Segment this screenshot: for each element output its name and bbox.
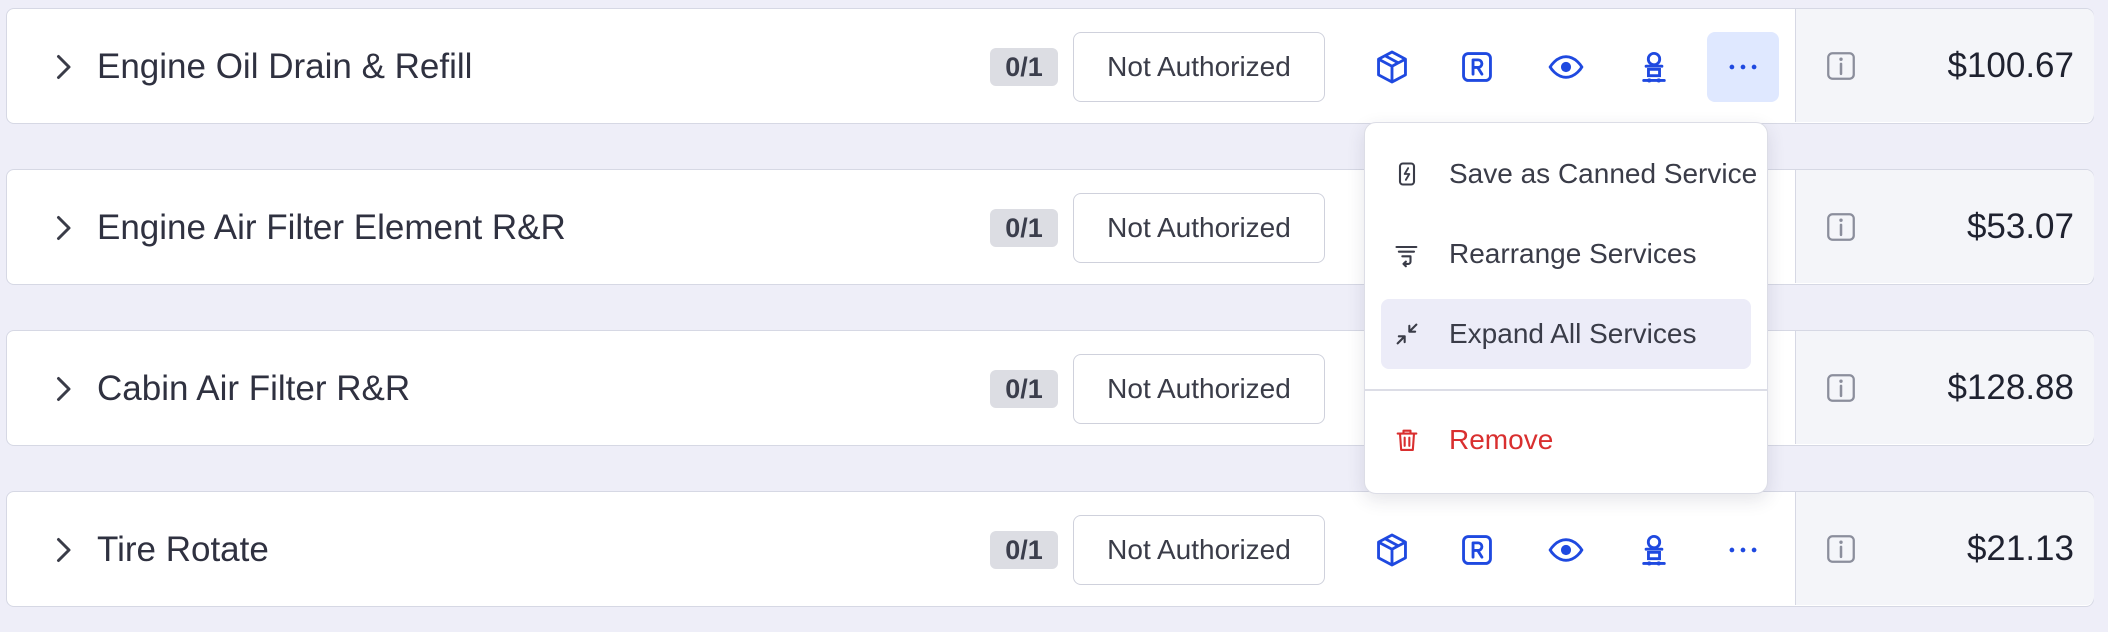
service-title: Engine Air Filter Element R&R bbox=[97, 208, 566, 247]
info-icon[interactable] bbox=[1824, 210, 1858, 244]
menu-divider bbox=[1365, 389, 1767, 391]
count-badge: 0/1 bbox=[990, 209, 1058, 247]
authorization-status-button[interactable]: Not Authorized bbox=[1073, 354, 1325, 424]
rearrange-icon bbox=[1393, 240, 1421, 268]
authorization-status-button[interactable]: Not Authorized bbox=[1073, 193, 1325, 263]
chevron-right-icon[interactable] bbox=[45, 210, 81, 246]
price-panel: $21.13 bbox=[1795, 492, 2094, 605]
chevron-right-icon[interactable] bbox=[45, 371, 81, 407]
r-badge-icon bbox=[1462, 52, 1492, 82]
more-options-button[interactable] bbox=[1707, 32, 1779, 102]
service-price: $53.07 bbox=[1966, 207, 2074, 246]
info-icon[interactable] bbox=[1824, 371, 1858, 405]
menu-item-label: Remove bbox=[1449, 424, 1554, 455]
info-icon[interactable] bbox=[1824, 49, 1858, 83]
box-icon bbox=[1377, 533, 1407, 567]
menu-item-rearrange-services[interactable]: Rearrange Services bbox=[1381, 219, 1751, 289]
service-price: $100.67 bbox=[1947, 46, 2074, 85]
menu-item-label: Rearrange Services bbox=[1449, 238, 1697, 269]
technician-icon bbox=[1642, 534, 1666, 566]
service-row: Tire Rotate 0/1 Not Authorized $21.13 bbox=[6, 491, 2094, 607]
box-icon bbox=[1377, 50, 1407, 84]
parts-button[interactable] bbox=[1356, 515, 1428, 585]
count-badge: 0/1 bbox=[990, 531, 1058, 569]
more-dots-icon bbox=[1729, 64, 1757, 70]
r-badge-icon bbox=[1462, 535, 1492, 565]
eye-icon bbox=[1548, 538, 1584, 562]
technician-button[interactable] bbox=[1618, 515, 1690, 585]
more-options-button[interactable] bbox=[1707, 515, 1779, 585]
parts-button[interactable] bbox=[1356, 32, 1428, 102]
recommendation-button[interactable] bbox=[1441, 515, 1513, 585]
authorization-status-button[interactable]: Not Authorized bbox=[1073, 515, 1325, 585]
price-panel: $128.88 bbox=[1795, 331, 2094, 444]
info-icon[interactable] bbox=[1824, 532, 1858, 566]
menu-item-save-canned-service[interactable]: Save as Canned Service bbox=[1381, 139, 1757, 209]
count-badge: 0/1 bbox=[990, 48, 1058, 86]
chevron-right-icon[interactable] bbox=[45, 532, 81, 568]
authorization-status-button[interactable]: Not Authorized bbox=[1073, 32, 1325, 102]
menu-item-label: Expand All Services bbox=[1449, 318, 1697, 349]
menu-item-label: Save as Canned Service bbox=[1449, 158, 1758, 189]
service-title: Engine Oil Drain & Refill bbox=[97, 47, 473, 86]
service-title: Cabin Air Filter R&R bbox=[97, 369, 411, 408]
service-title: Tire Rotate bbox=[97, 530, 269, 569]
eye-icon bbox=[1548, 55, 1584, 79]
service-row: Cabin Air Filter R&R 0/1 Not Authorized … bbox=[6, 330, 2094, 446]
service-row: Engine Oil Drain & Refill 0/1 Not Author… bbox=[6, 8, 2094, 124]
menu-item-remove[interactable]: Remove bbox=[1381, 405, 1751, 475]
price-panel: $53.07 bbox=[1795, 170, 2094, 283]
service-price: $21.13 bbox=[1966, 529, 2074, 568]
technician-icon bbox=[1642, 51, 1666, 83]
trash-icon bbox=[1393, 426, 1421, 454]
service-row: Engine Air Filter Element R&R 0/1 Not Au… bbox=[6, 169, 2094, 285]
count-badge: 0/1 bbox=[990, 370, 1058, 408]
menu-item-expand-all-services[interactable]: Expand All Services bbox=[1381, 299, 1751, 369]
technician-button[interactable] bbox=[1618, 32, 1690, 102]
visibility-button[interactable] bbox=[1530, 32, 1602, 102]
price-panel: $100.67 bbox=[1795, 9, 2094, 122]
service-price: $128.88 bbox=[1947, 368, 2074, 407]
visibility-button[interactable] bbox=[1530, 515, 1602, 585]
expand-icon bbox=[1393, 320, 1421, 348]
canned-service-icon bbox=[1393, 160, 1421, 188]
more-options-menu: Save as Canned Service Rearrange Service… bbox=[1364, 122, 1768, 494]
chevron-right-icon[interactable] bbox=[45, 49, 81, 85]
recommendation-button[interactable] bbox=[1441, 32, 1513, 102]
more-dots-icon bbox=[1729, 547, 1757, 553]
